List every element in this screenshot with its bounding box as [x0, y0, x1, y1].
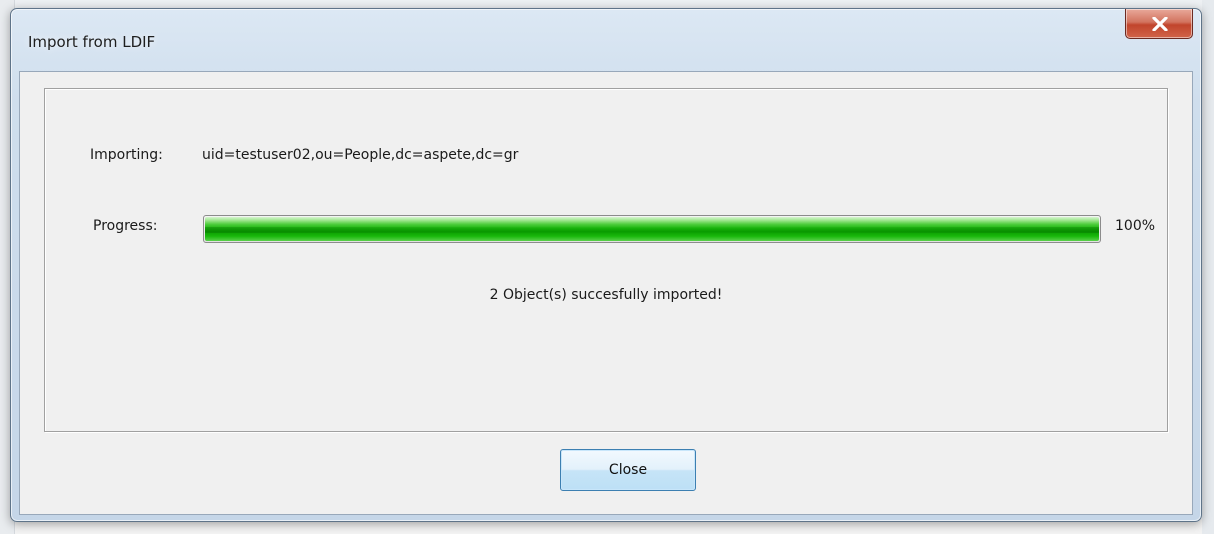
progress-label: Progress:	[93, 218, 158, 234]
background-right-edge	[1202, 0, 1214, 534]
progress-percent: 100%	[1115, 218, 1156, 234]
dialog-client-area: Importing: uid=testuser02,ou=People,dc=a…	[19, 71, 1193, 515]
importing-label: Importing:	[90, 147, 163, 163]
window-title: Import from LDIF	[28, 33, 156, 51]
progress-bar-fill	[205, 217, 1099, 241]
import-result-message: 2 Object(s) succesfully imported!	[489, 287, 723, 303]
title-close-button[interactable]	[1125, 9, 1193, 39]
import-status-panel: Importing: uid=testuser02,ou=People,dc=a…	[44, 88, 1168, 432]
import-dialog-window: Import from LDIF Importing: uid=testuser…	[10, 8, 1202, 522]
importing-entry-dn: uid=testuser02,ou=People,dc=aspete,dc=gr	[202, 147, 519, 163]
title-bar[interactable]: Import from LDIF	[11, 9, 1201, 73]
close-x-icon	[1152, 17, 1168, 31]
close-button[interactable]: Close	[560, 449, 696, 491]
import-progress-bar	[203, 215, 1101, 243]
